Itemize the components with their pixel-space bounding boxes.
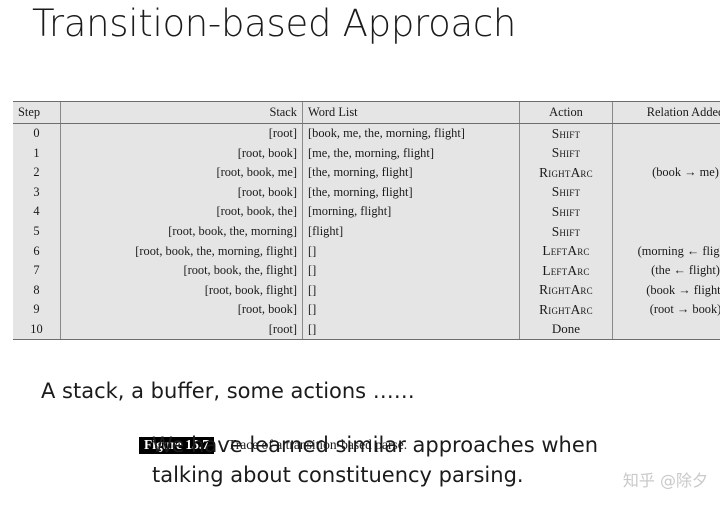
cell-step: 8 [13, 280, 61, 300]
action-label: Done [551, 321, 581, 337]
cell-stack: [root, book, the, morning, flight] [60, 241, 303, 261]
table-row: 5 [root, book, the, morning] [flight] Shift [13, 221, 720, 242]
cell-step: 2 [13, 162, 61, 183]
cell-word-list: [] [302, 260, 520, 281]
table-row: 3 [root, book] [the, morning, flight] Shift [13, 182, 720, 202]
cell-action: Done [519, 319, 613, 340]
cell-relation: (morning ← flight) [612, 241, 720, 261]
cell-action: Shift [519, 143, 613, 163]
cell-stack: [root] [60, 319, 303, 340]
cell-action: RightArc [519, 162, 613, 183]
table-header: Step Stack Word List Action Relation Add… [13, 101, 720, 124]
cell-stack: [root, book, the, morning] [60, 221, 303, 242]
table-row: 9 [root, book][] RightArc (root → book) [13, 299, 720, 320]
body-text-block-2: We have learned similar approaches when … [152, 430, 598, 490]
action-label: Shift [551, 203, 581, 219]
cell-word-list: [] [302, 299, 520, 320]
cell-word-list: [the, morning, flight] [302, 182, 520, 202]
cell-word-list: [] [302, 280, 520, 300]
table-row: 2 [root, book, me] [the, morning, flight] R… [13, 162, 720, 183]
action-label: Shift [551, 125, 581, 141]
cell-word-list: [] [302, 241, 520, 261]
cell-word-list: [the, morning, flight] [302, 162, 520, 183]
cell-step: 6 [13, 241, 61, 261]
cell-step: 9 [13, 299, 61, 320]
column-header-relation: Relation Added [612, 101, 720, 124]
cell-word-list: [book, me, the, morning, flight] [302, 123, 520, 144]
cell-relation: (book → flight) [612, 280, 720, 300]
table-row: 8 [root, book, flight][] RightArc (book → f… [13, 280, 720, 300]
column-header-step: Step [13, 101, 61, 124]
cell-stack: [root, book, the, flight] [60, 260, 303, 281]
action-label: Shift [551, 145, 581, 161]
cell-stack: [root, book, me] [60, 162, 303, 183]
figure-trace-table: Step Stack Word List Action Relation Add… [13, 101, 720, 455]
cell-word-list: [] [302, 319, 520, 340]
table-row: 7 [root, book, the, flight][] LeftArc (the … [13, 260, 720, 281]
cell-step: 4 [13, 201, 61, 222]
zhihu-watermark: 知乎 @除夕 [622, 471, 708, 490]
action-label: Shift [551, 184, 581, 200]
body-text-line-2a: We have learned similar approaches when [152, 433, 599, 457]
cell-relation [612, 201, 720, 222]
cell-relation: (book → me) [612, 162, 720, 183]
action-label: LeftArc [542, 262, 590, 278]
table-body: 0 [root] [book, me, the, morning, flight] S… [13, 123, 720, 340]
cell-stack: [root, book] [60, 299, 303, 320]
column-header-stack: Stack [60, 101, 303, 124]
cell-relation [612, 182, 720, 202]
cell-action: Shift [519, 221, 613, 242]
action-label: Shift [551, 223, 581, 239]
column-header-action: Action [519, 101, 613, 124]
cell-relation: (the ← flight) [612, 260, 720, 281]
table-row: 10 [root][] Done [13, 319, 720, 340]
cell-step: 10 [13, 319, 61, 340]
table-row: 4 [root, book, the] [morning, flight] Shift [13, 201, 720, 222]
table-header-row: Step Stack Word List Action Relation Add… [13, 101, 720, 124]
cell-relation [612, 221, 720, 242]
table-row: 1 [root, book] [me, the, morning, flight] S… [13, 143, 720, 163]
action-label: RightArc [539, 164, 593, 180]
transition-trace-table: Step Stack Word List Action Relation Add… [13, 101, 720, 340]
cell-stack: [root, book] [60, 143, 303, 163]
body-text-line-2b: talking about constituency parsing. [152, 463, 524, 487]
cell-relation [612, 143, 720, 163]
cell-action: Shift [519, 123, 613, 144]
cell-word-list: [morning, flight] [302, 201, 520, 222]
cell-step: 0 [13, 123, 61, 144]
cell-action: Shift [519, 182, 613, 202]
cell-step: 7 [13, 260, 61, 281]
cell-action: RightArc [519, 280, 613, 300]
action-label: LeftArc [542, 243, 590, 259]
action-label: RightArc [539, 301, 593, 317]
cell-relation [612, 319, 720, 340]
table-row: 6 [root, book, the, morning, flight][] Lef… [13, 241, 720, 261]
cell-step: 3 [13, 182, 61, 202]
cell-stack: [root, book, flight] [60, 280, 303, 300]
cell-relation: (root → book) [612, 299, 720, 320]
cell-step: 1 [13, 143, 61, 163]
column-header-word-list: Word List [302, 101, 520, 124]
cell-action: LeftArc [519, 241, 613, 261]
cell-action: RightArc [519, 299, 613, 320]
action-label: RightArc [539, 282, 593, 298]
cell-relation [612, 123, 720, 144]
cell-stack: [root] [60, 123, 303, 144]
table-row: 0 [root] [book, me, the, morning, flight] S… [13, 123, 720, 144]
cell-action: LeftArc [519, 260, 613, 281]
cell-step: 5 [13, 221, 61, 242]
page-title: Transition-based Approach [32, 2, 517, 45]
cell-stack: [root, book, the] [60, 201, 303, 222]
cell-stack: [root, book] [60, 182, 303, 202]
cell-word-list: [me, the, morning, flight] [302, 143, 520, 163]
body-text-line-1: A stack, a buffer, some actions …… [41, 379, 415, 403]
cell-action: Shift [519, 201, 613, 222]
cell-word-list: [flight] [302, 221, 520, 242]
